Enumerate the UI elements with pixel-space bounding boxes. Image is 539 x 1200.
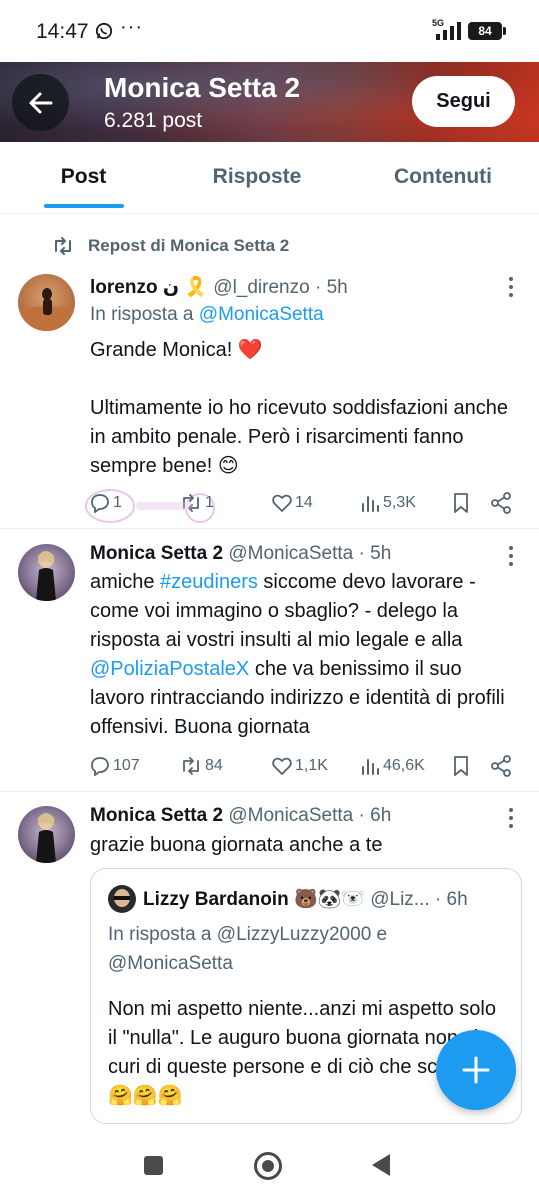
reply-to-link[interactable]: @MonicaSetta <box>108 953 233 974</box>
status-time: 14:47 <box>36 20 89 43</box>
bookmark-icon[interactable] <box>452 492 470 514</box>
reply-prefix: In risposta a <box>90 304 199 325</box>
views-icon <box>362 496 379 512</box>
tab-label: Post <box>60 165 107 188</box>
tweet-text: Grande Monica! ❤️ Ultimamente io ho rice… <box>90 336 515 481</box>
author-name-suffix: ن 🎗️ <box>162 277 208 298</box>
divider <box>0 528 539 529</box>
tweet-header: lorenzo ن 🎗️ @l_direnzo · 5h <box>90 275 348 299</box>
profile-tabs: Post Risposte Contenuti <box>0 142 539 214</box>
tweet-time: · 5h <box>314 277 348 298</box>
author-name[interactable]: Monica Setta 2 <box>90 543 223 564</box>
repost-icon <box>55 237 71 255</box>
like-icon <box>272 494 292 512</box>
avatar-image <box>36 551 56 601</box>
back-nav-button[interactable] <box>372 1154 390 1176</box>
bookmark-icon[interactable] <box>452 755 470 777</box>
avatar[interactable] <box>18 544 75 601</box>
reply-to-link[interactable]: @MonicaSetta <box>199 304 324 325</box>
tweet-time: · 5h <box>358 543 392 564</box>
quote-author-name[interactable]: Lizzy Bardanoin 🐻🐼🐻‍❄️ <box>143 889 365 910</box>
mention-link[interactable]: @PoliziaPostaleX <box>90 658 249 680</box>
home-button[interactable] <box>254 1152 282 1180</box>
whatsapp-icon <box>95 22 113 40</box>
quote-reply-context: In risposta a @LizzyLuzzy2000 e @MonicaSe… <box>108 920 508 978</box>
share-icon[interactable] <box>490 492 512 514</box>
tweet-text: amiche #zeudiners siccome devo lavorare … <box>90 568 515 742</box>
tweet-actions: 107 84 1,1K 46,6K <box>90 751 520 781</box>
author-handle[interactable]: @MonicaSetta <box>228 805 353 826</box>
views-count: 46,6K <box>383 757 425 774</box>
like-button[interactable]: 14 <box>272 488 313 518</box>
author-handle[interactable]: @MonicaSetta <box>228 543 353 564</box>
system-nav-bar <box>0 1130 539 1200</box>
reply-context: In risposta a @MonicaSetta <box>90 304 324 326</box>
retweet-button[interactable]: 84 <box>180 751 223 781</box>
more-icon[interactable] <box>507 276 515 298</box>
avatar[interactable] <box>18 806 75 863</box>
avatar-image <box>18 288 75 331</box>
share-icon[interactable] <box>490 755 512 777</box>
reply-icon <box>91 757 109 776</box>
divider <box>0 791 539 792</box>
repost-indicator: Repost di Monica Setta 2 <box>52 236 289 256</box>
views-count: 5,3K <box>383 494 416 511</box>
tweet-time: · 6h <box>358 805 392 826</box>
author-name[interactable]: Monica Setta 2 <box>90 805 223 826</box>
follow-button[interactable]: Segui <box>412 76 515 127</box>
hashtag-link[interactable]: #zeudiners <box>160 571 258 593</box>
quote-time: · 6h <box>434 889 468 910</box>
avatar[interactable] <box>18 274 75 331</box>
reply-button[interactable]: 107 <box>90 751 140 781</box>
tweet-header: Monica Setta 2 @MonicaSetta · 5h <box>90 543 391 565</box>
battery-icon: 84 <box>468 22 506 40</box>
quote-header: Lizzy Bardanoin 🐻🐼🐻‍❄️ @Liz... · 6h <box>143 887 468 911</box>
tweet-text-line: Grande Monica! ❤️ <box>90 339 263 361</box>
tab-contenuti[interactable]: Contenuti <box>347 142 539 213</box>
reply-to-link[interactable]: @LizzyLuzzy2000 <box>217 924 371 945</box>
avatar-image <box>114 889 130 907</box>
tab-active-indicator <box>44 204 124 208</box>
author-name[interactable]: lorenzo <box>90 277 158 298</box>
signal-icon <box>436 22 461 40</box>
views-icon <box>362 759 379 775</box>
tab-label: Contenuti <box>394 165 492 188</box>
more-notifications-icon: ··· <box>120 16 143 38</box>
tab-post[interactable]: Post <box>0 142 167 213</box>
post-count: 6.281 post <box>104 109 203 132</box>
back-arrow-icon <box>29 92 52 113</box>
like-icon <box>272 757 292 775</box>
compose-plus-icon <box>462 1056 490 1084</box>
reply-count: 107 <box>113 757 140 774</box>
tweet-text-part: amiche <box>90 571 161 593</box>
tab-risposte[interactable]: Risposte <box>167 142 347 213</box>
more-icon[interactable] <box>507 545 515 567</box>
tweet-text-paragraph: Ultimamente io ho ricevuto soddisfazioni… <box>90 397 508 477</box>
quote-avatar[interactable] <box>108 885 136 913</box>
repost-label: Repost di Monica Setta 2 <box>88 236 290 255</box>
tweet-text: grazie buona giornata anche a te <box>90 834 383 856</box>
more-icon[interactable] <box>507 807 515 829</box>
retweet-icon <box>183 757 199 775</box>
watermark-logo <box>85 489 215 523</box>
views-button[interactable]: 46,6K <box>360 751 425 781</box>
profile-header: Monica Setta 2 6.281 post Segui <box>0 62 539 142</box>
retweet-count: 84 <box>205 757 223 774</box>
compose-button[interactable] <box>436 1030 516 1110</box>
tweet-header: Monica Setta 2 @MonicaSetta · 6h <box>90 805 391 827</box>
reply-join: e <box>371 924 388 945</box>
profile-name: Monica Setta 2 <box>104 72 301 103</box>
like-count: 1,1K <box>295 757 328 774</box>
views-button[interactable]: 5,3K <box>360 488 416 518</box>
like-count: 14 <box>295 494 313 511</box>
recents-button[interactable] <box>144 1156 163 1175</box>
quote-author-handle[interactable]: @Liz... <box>370 889 429 910</box>
status-bar: 14:47 ··· 5G 84 <box>0 0 539 62</box>
reply-prefix: In risposta a <box>108 924 217 945</box>
avatar-image <box>36 813 56 863</box>
tab-label: Risposte <box>212 165 302 188</box>
back-button[interactable] <box>12 74 69 131</box>
like-button[interactable]: 1,1K <box>272 751 328 781</box>
author-handle[interactable]: @l_direnzo <box>213 277 309 298</box>
